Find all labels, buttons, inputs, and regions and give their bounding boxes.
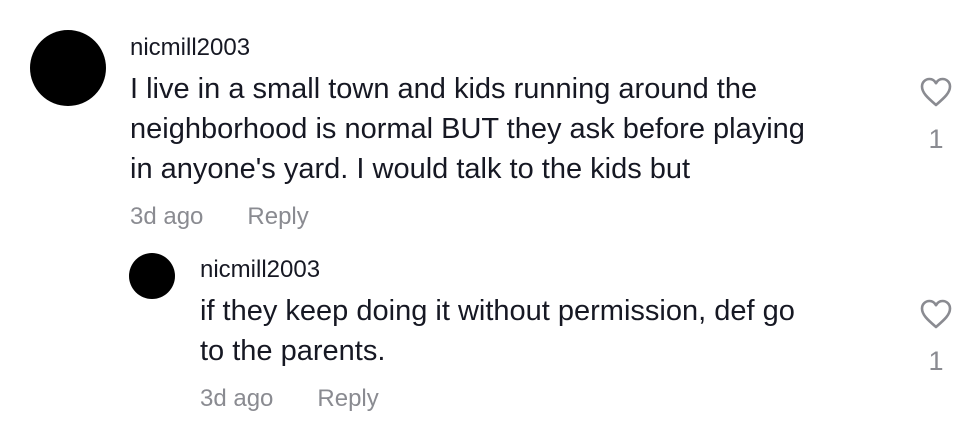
comment-meta: 3d ago Reply: [130, 203, 309, 231]
heart-outline-icon[interactable]: [919, 298, 953, 330]
like-button[interactable]: 1: [916, 76, 956, 154]
comment-text: I live in a small town and kids running …: [130, 73, 805, 185]
like-count: 1: [928, 124, 944, 154]
heart-outline-icon[interactable]: [919, 76, 953, 108]
comment-username[interactable]: nicmill2003: [200, 256, 320, 284]
avatar[interactable]: [30, 30, 106, 106]
like-button[interactable]: 1: [916, 298, 956, 376]
reply-button[interactable]: Reply: [317, 385, 378, 413]
reply-button[interactable]: Reply: [247, 203, 308, 231]
comment-meta: 3d ago Reply: [200, 385, 379, 413]
comment-text: if they keep doing it without permission…: [200, 295, 795, 367]
comment-username[interactable]: nicmill2003: [130, 34, 250, 62]
comment-timestamp: 3d ago: [200, 385, 274, 412]
like-count: 1: [928, 346, 944, 376]
comment-timestamp: 3d ago: [130, 203, 204, 230]
avatar[interactable]: [129, 253, 175, 299]
